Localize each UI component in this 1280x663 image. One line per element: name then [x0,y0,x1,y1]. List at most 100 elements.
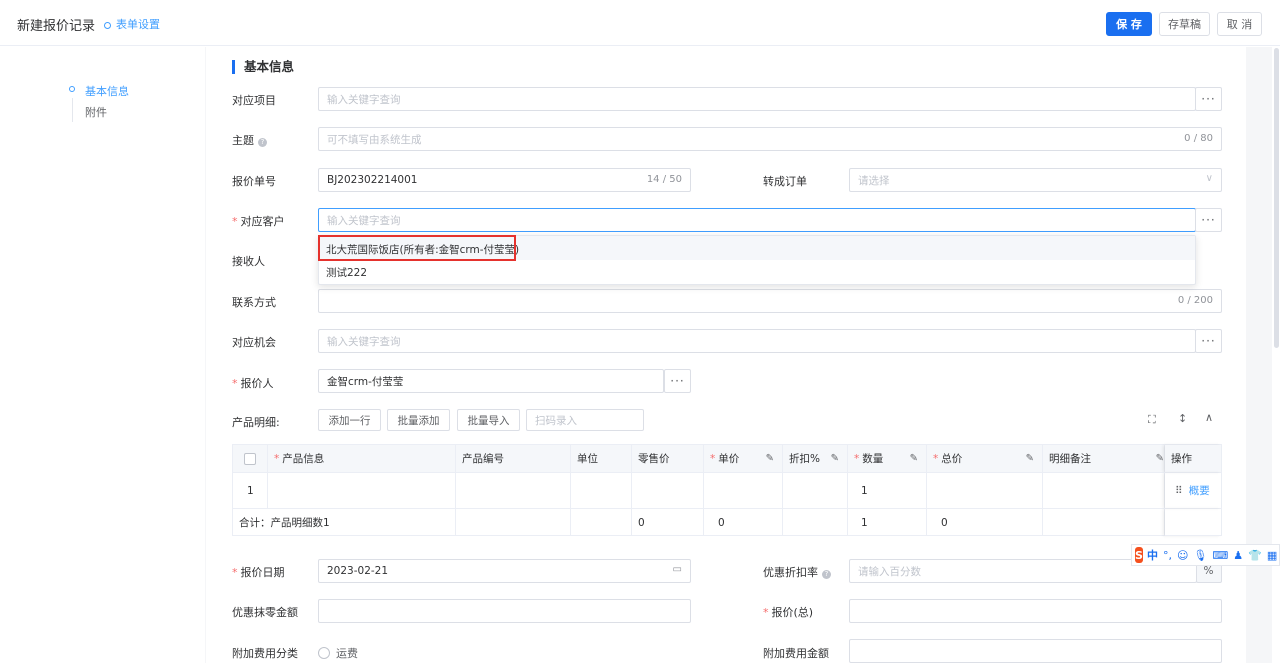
drag-handle-icon[interactable]: ⠿ [1175,485,1183,497]
th-retail-price: 零售价 [632,445,704,472]
opportunity-input[interactable]: 输入关键字查询 [318,329,1196,353]
customer-more-button[interactable]: ··· [1195,208,1222,232]
quote-date-input[interactable]: 2023-02-21 ▭ [318,559,691,583]
th-unit-price-label: 单价 [718,453,740,465]
scan-input[interactable]: 扫码录入 [526,409,644,431]
cell-quantity[interactable]: 1 [848,473,927,508]
extra-type-radio[interactable]: 运费 [318,645,358,661]
quoter-label: * 报价人 [232,375,274,391]
required-mark: * [232,566,238,579]
cell-product-code [456,473,571,508]
keyboard-icon[interactable]: ⌨ [1212,549,1228,562]
nav-item-attachments[interactable]: 附件 [85,104,107,120]
th-quantity-label: 数量 [862,453,884,465]
extra-type-label: 附加费用分类 [232,647,298,660]
scrollbar-thumb[interactable] [1274,48,1279,348]
th-actions: 操作 [1165,445,1221,472]
microphone-icon[interactable]: 🎙 [1193,549,1207,562]
to-order-select[interactable]: 请选择 ∨ [849,168,1222,192]
required-mark: * [232,215,238,228]
help-icon[interactable]: ? [258,138,267,147]
edit-icon[interactable]: ✎ [831,453,839,464]
th-total-label: 总价 [941,453,963,465]
edit-icon[interactable]: ✎ [1026,453,1034,464]
grid-icon[interactable]: ▦ [1267,549,1277,562]
quote-date-value: 2023-02-21 [327,565,389,577]
cell-product-info[interactable] [268,473,456,508]
quote-no-input[interactable]: BJ202302214001 14 / 50 [318,168,691,192]
nav-item-basic-info[interactable]: 基本信息 [85,83,129,99]
collapse-up-icon[interactable]: ∧ [1205,411,1213,424]
project-more-button[interactable]: ··· [1195,87,1222,111]
subject-label: 主题? [232,132,267,148]
quoter-input[interactable]: 金智crm-付莹莹 [318,369,664,393]
opportunity-more-button[interactable]: ··· [1195,329,1222,353]
th-total: * 总价 ✎ [927,445,1043,472]
customer-input[interactable]: 输入关键字查询 [318,208,1196,232]
to-order-placeholder: 请选择 [858,174,890,187]
cell-unit-price[interactable] [704,473,783,508]
save-button[interactable]: 保 存 [1106,12,1152,36]
add-row-button[interactable]: 添加一行 [318,409,381,431]
edit-icon[interactable]: ✎ [910,453,918,464]
summary-link[interactable]: 概要 [1189,483,1210,498]
ime-toolbar[interactable]: S 中 °, ☺ 🎙 ⌨ ♟ 👕 ▦ [1131,544,1280,566]
discount-rate-label-text: 优惠折扣率 [763,566,818,579]
cell-remark[interactable] [1043,473,1165,508]
form-settings-link[interactable]: 表单设置 [104,16,160,32]
extra-amount-input[interactable] [849,639,1222,663]
radio-icon[interactable] [318,647,330,659]
gear-icon [104,22,111,29]
summary-retail: 0 [632,509,704,536]
quote-date-label: * 报价日期 [232,564,285,580]
dropdown-option-2[interactable]: 测试222 [326,265,367,280]
help-icon[interactable]: ? [822,570,831,579]
customer-label: * 对应客户 [232,213,285,229]
save-draft-button[interactable]: 存草稿 [1159,12,1210,36]
round-off-input[interactable] [318,599,691,623]
chevron-down-icon: ∨ [1205,173,1213,184]
cell-total[interactable] [927,473,1043,508]
quoter-more-button[interactable]: ··· [664,369,691,393]
summary-total: 0 [927,509,1043,536]
edit-icon[interactable]: ✎ [766,453,774,464]
contact-input[interactable]: 0 / 200 [318,289,1222,313]
form-settings-label: 表单设置 [116,18,160,31]
products-label: 产品明细: [232,416,280,429]
skin-icon[interactable]: 👕 [1248,549,1262,562]
subject-input[interactable]: 可不填写由系统生成 0 / 80 [318,127,1222,151]
punctuation-icon[interactable]: °, [1163,549,1172,562]
quoter-label-text: 报价人 [240,377,274,390]
ime-lang[interactable]: 中 [1147,547,1158,563]
ime-logo[interactable]: S [1135,547,1143,563]
project-label: 对应项目 [232,94,276,107]
to-order-label: 转成订单 [763,175,807,188]
products-table: * 产品信息 产品编号 单位 零售价 * 单价 ✎ 折扣% ✎ * 数量 ✎ * 总价 ✎ 明细… [232,444,1222,536]
user-icon[interactable]: ♟ [1233,549,1243,562]
th-unit: 单位 [571,445,632,472]
th-discount: 折扣% ✎ [783,445,848,472]
select-all-checkbox[interactable] [244,452,256,465]
project-input[interactable]: 输入关键字查询 [318,87,1196,111]
cell-actions: ⠿ 概要 [1165,473,1221,508]
emoji-icon[interactable]: ☺ [1177,549,1188,562]
expand-vertical-icon[interactable]: ↕ [1178,412,1187,425]
required-mark: * [232,377,238,390]
total-quote-input[interactable] [849,599,1222,623]
summary-qty: 1 [848,509,927,536]
edit-icon[interactable]: ✎ [1156,453,1164,464]
cell-discount[interactable] [783,473,848,508]
summary-actions [1165,509,1221,536]
table-header-checkbox-cell [233,445,268,472]
contact-label: 联系方式 [232,296,276,309]
cancel-button[interactable]: 取 消 [1217,12,1262,36]
batch-import-button[interactable]: 批量导入 [457,409,520,431]
calendar-icon: ▭ [672,564,682,575]
th-remark: 明细备注 ✎ [1043,445,1165,472]
summary-remark [1043,509,1165,536]
left-nav [0,47,205,663]
nav-line [72,98,73,122]
batch-add-button[interactable]: 批量添加 [387,409,450,431]
fullscreen-icon[interactable]: ⛶ [1148,413,1156,427]
opportunity-label: 对应机会 [232,336,276,349]
